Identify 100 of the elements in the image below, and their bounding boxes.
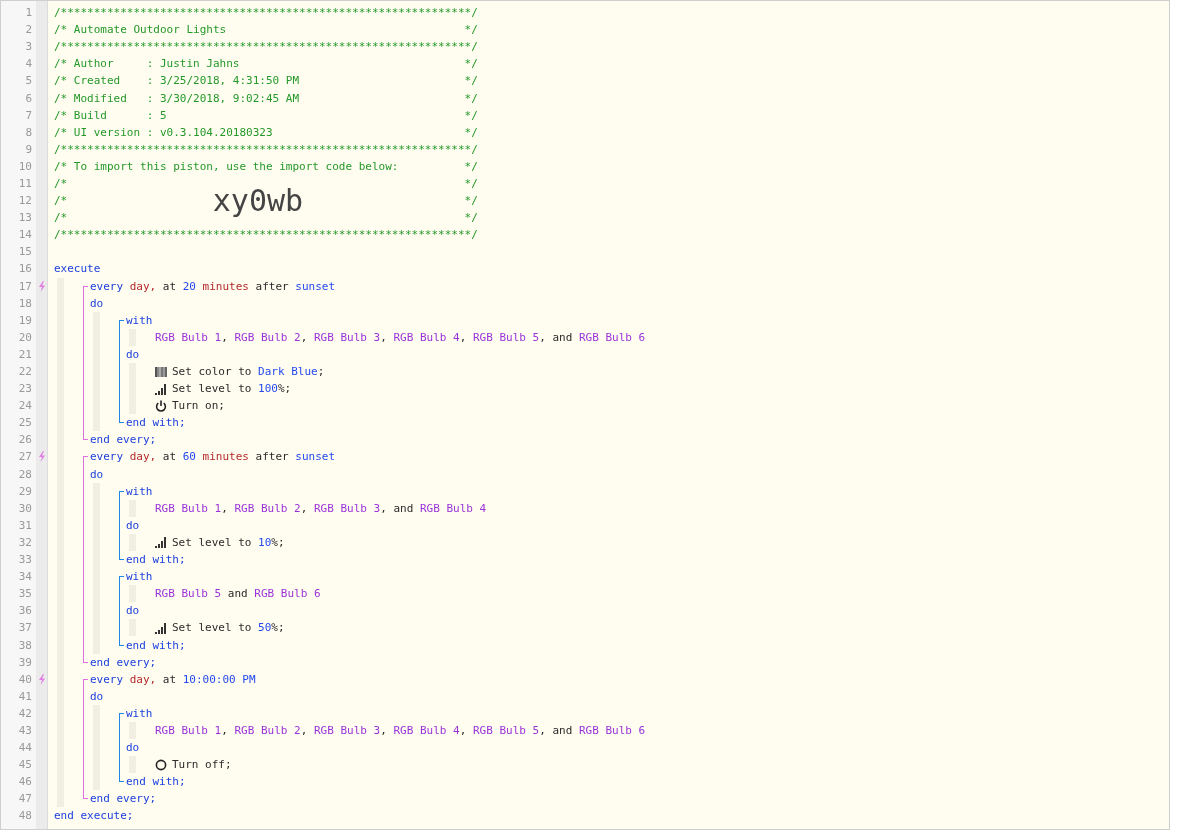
line-number: 22 [18,365,32,378]
code-line: Set level to 10%; [172,535,285,549]
import-code: xy0wb [212,185,304,216]
comment-text: */ [464,23,478,37]
code-line: do [90,296,104,310]
line-number: 24 [18,399,32,413]
line-number: 9 [25,142,32,156]
comment-text: */ [464,57,478,71]
line-number: 10 [18,159,32,173]
comment-text: */ [464,91,478,105]
comment-text: /* Author : Justin Jahns [54,57,240,71]
line-number: 15 [18,245,32,259]
signal-bars-icon [155,621,167,634]
code-line: do [126,741,140,755]
code-line: Turn off; [172,758,232,772]
code-line: end every; [90,792,157,806]
code-line: do [126,518,140,532]
line-number: 25 [18,416,32,430]
line-number: 46 [18,775,32,789]
signal-bars-icon [155,382,167,395]
line-number: 35 [18,587,32,601]
comment-text: /* [54,211,68,225]
line-number: 7 [25,108,32,122]
line-number: 39 [18,655,32,669]
signal-bars-icon [155,536,167,549]
comment-text: */ [464,74,478,88]
comment-text: /* To import this piston, use the import code below: [54,159,399,173]
line-number: 19 [18,313,32,327]
line-number: 14 [18,228,32,242]
code-line: Set level to 50%; [172,621,285,635]
line-number: 30 [18,501,32,515]
code-line: every day, at 60 minutes after sunset [90,450,336,464]
line-number: 1 [25,6,32,20]
code-line: end every; [90,655,157,669]
line-number: 32 [18,535,32,549]
line-number: 33 [18,553,32,567]
comment-text: /* [54,177,68,190]
code-line: with [126,313,153,327]
line-number: 18 [18,296,32,310]
comment-text: */ [464,211,478,225]
code-line: with [126,484,153,498]
comment-text: /**************************************************************/ [54,142,478,156]
line-number: 12 [18,194,32,208]
line-number: 28 [18,467,32,481]
line-number: 6 [25,91,32,105]
line-number: 44 [18,741,32,755]
code-line: Set color to Dark Blue; [172,365,325,378]
circle-icon [155,758,167,771]
comment-text: */ [464,125,478,139]
comment-text: /* UI version : v0.3.104.20180323 [54,125,273,139]
line-number: 36 [18,604,32,618]
comment-text: /* Created : 3/25/2018, 4:31:50 PM [54,74,300,88]
block-bracket [119,490,124,561]
line-number: 40 [18,672,32,686]
block-bracket [119,576,124,646]
code-line: with [126,706,153,720]
code-line: RGB Bulb 5 and RGB Bulb 6 [155,587,321,601]
code-line: with [126,570,153,584]
line-number: 34 [18,570,32,584]
code-line: do [126,347,140,361]
line-number: 2 [25,23,32,37]
line-number: 4 [25,57,32,71]
color-bars-icon [155,365,167,378]
comment-text: /**************************************************************/ [54,228,478,242]
line-number: 20 [18,330,32,344]
line-number: 42 [18,706,32,720]
code-line: end with; [126,638,186,652]
code-line: RGB Bulb 1, RGB Bulb 2, RGB Bulb 3, RGB Bulb 4, RGB Bulb 5, and RGB Bulb 6 [155,330,646,344]
power-icon [155,399,167,412]
comment-text: /**************************************************************/ [54,6,478,20]
line-number: 38 [18,638,32,652]
code-line: do [126,604,140,618]
line-number: 17 [18,279,32,293]
comment-text: /* Modified : 3/30/2018, 9:02:45 AM [54,91,300,105]
comment-text: /**************************************************************/ [54,40,478,54]
comment-text: */ [464,177,478,190]
line-number: 48 [18,809,32,823]
line-number: 21 [18,347,32,361]
code-line: end with; [126,775,186,789]
line-number: 43 [18,724,32,737]
code-line: Set level to 100%; [172,382,292,396]
code-line: RGB Bulb 1, RGB Bulb 2, RGB Bulb 3, RGB Bulb 4, RGB Bulb 5, and RGB Bulb 6 [155,724,646,737]
line-number: 47 [18,792,32,806]
comment-text: */ [464,194,478,208]
code-line: do [90,467,104,481]
code-line: end with; [126,416,186,430]
line-number: 27 [18,450,32,464]
line-number: 3 [25,40,32,54]
line-number: 29 [18,484,32,498]
comment-text: /* [54,194,68,208]
line-number: 5 [25,74,32,88]
code-line: end execute; [54,809,134,823]
line-number: 37 [18,621,32,635]
code-line: do [90,689,104,703]
line-number: 41 [18,689,32,703]
comment-text: */ [464,108,478,122]
code-line: every day, at 20 minutes after sunset [90,279,336,293]
code-line: end every; [90,433,157,447]
line-number: 11 [18,177,32,190]
line-number: 8 [25,125,32,139]
